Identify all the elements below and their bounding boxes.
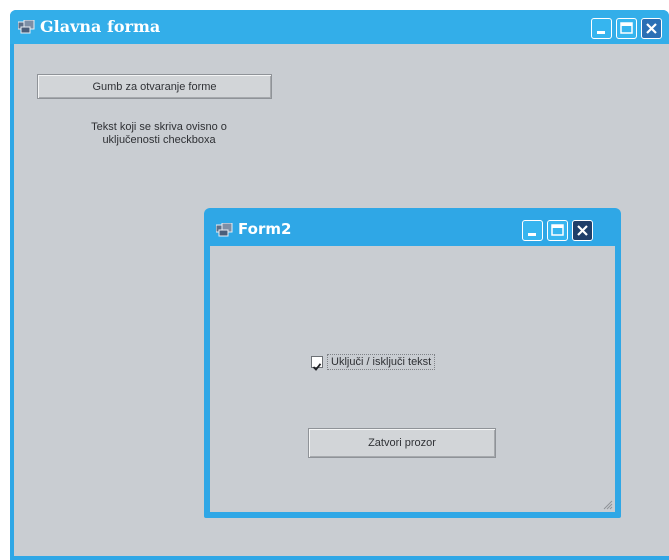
close-window-button[interactable]: Zatvori prozor bbox=[308, 428, 496, 458]
close-window-button-label: Zatvori prozor bbox=[368, 437, 436, 449]
checkmark-icon bbox=[312, 363, 322, 371]
main-window-titlebar[interactable]: Glavna forma bbox=[10, 10, 669, 44]
resize-grip-icon[interactable] bbox=[601, 498, 613, 510]
open-form-button-label: Gumb za otvaranje forme bbox=[92, 80, 217, 93]
toggle-text-line-1: Tekst koji se skriva ovisno o bbox=[91, 121, 227, 133]
close-icon bbox=[577, 225, 588, 236]
minimize-button[interactable] bbox=[591, 18, 612, 39]
toggle-text-line-2: uključenosti checkboxa bbox=[102, 134, 216, 146]
form2-client: Uključi / isključi tekst Zatvori prozor bbox=[210, 246, 615, 512]
maximize-button[interactable] bbox=[616, 18, 637, 39]
form2-window: Form2 Uključi / isključi tekst Zatvori p… bbox=[204, 208, 621, 518]
app-icon[interactable] bbox=[17, 19, 36, 34]
open-form-button[interactable]: Gumb za otvaranje forme bbox=[37, 74, 272, 99]
form2-app-icon[interactable] bbox=[215, 222, 234, 237]
form2-maximize-button[interactable] bbox=[547, 220, 568, 241]
form2-close-button[interactable] bbox=[572, 220, 593, 241]
minimize-icon bbox=[528, 233, 536, 236]
toggle-text-checkbox-label[interactable]: Uključi / isključi tekst bbox=[327, 354, 436, 370]
form2-minimize-button[interactable] bbox=[522, 220, 543, 241]
maximize-icon bbox=[620, 22, 633, 34]
main-window-title: Glavna forma bbox=[40, 17, 161, 36]
form2-title: Form2 bbox=[238, 220, 292, 238]
close-button[interactable] bbox=[641, 18, 662, 39]
toggle-text-checkbox[interactable] bbox=[311, 356, 323, 371]
toggle-text-label: Tekst koji se skriva ovisno o uključenos… bbox=[54, 121, 264, 147]
minimize-icon bbox=[597, 31, 605, 34]
maximize-icon bbox=[551, 224, 564, 236]
close-icon bbox=[646, 23, 657, 34]
